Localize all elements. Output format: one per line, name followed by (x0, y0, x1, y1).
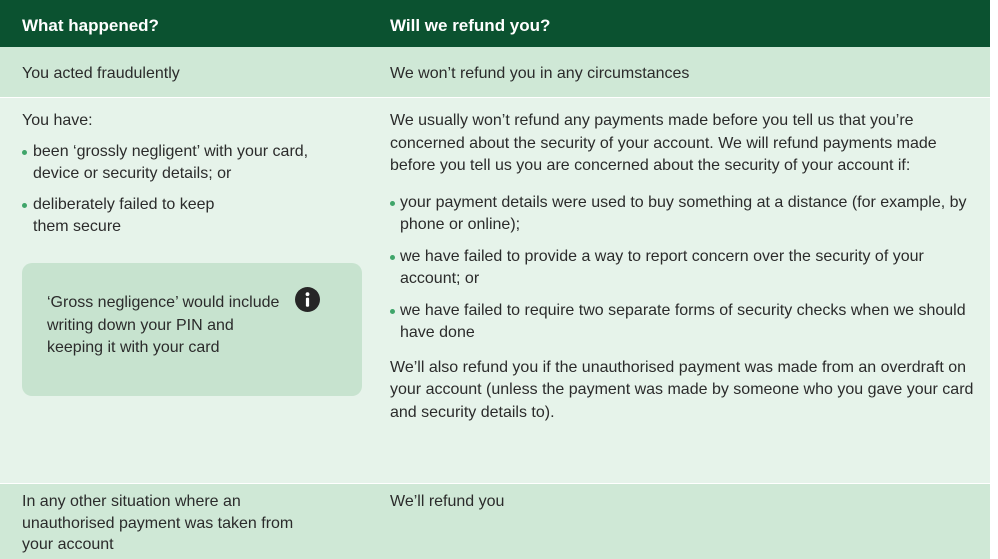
row-1-what-happened: You acted fraudulently (22, 65, 180, 82)
row-2-refund-outro: We’ll also refund you if the unauthorise… (390, 358, 974, 421)
table-row: You have: been ‘grossly negligent’ with … (0, 98, 990, 483)
table-row: In any other situation where an unauthor… (0, 484, 990, 559)
row-2-right-list: your payment details were used to buy so… (390, 192, 980, 345)
info-icon (295, 287, 320, 312)
row-2-refund: We usually won’t refund any payments mad… (390, 98, 980, 424)
header-what-happened: What happened? (22, 16, 159, 35)
row-2-what-happened: You have: been ‘grossly negligent’ with … (0, 98, 380, 247)
row-2-left-list: been ‘grossly negligent’ with your card,… (22, 141, 312, 239)
list-item-text: deliberately failed to keep them secure (33, 195, 215, 236)
list-item: we have failed to provide a way to repor… (390, 246, 980, 291)
list-item: we have failed to require two separate f… (390, 300, 980, 345)
list-item: deliberately failed to keep them secure (22, 194, 223, 239)
bullet-dot (22, 202, 27, 208)
row-1-refund: We won’t refund you in any circumstances (390, 65, 690, 82)
bullet-dot (390, 308, 395, 314)
note-text: ‘Gross negligence’ would include writing… (47, 294, 280, 356)
row-3-refund: We’ll refund you (390, 493, 505, 510)
list-item-text: been ‘grossly negligent’ with your card,… (33, 142, 309, 183)
table-row: You acted fraudulently We won’t refund y… (0, 47, 990, 98)
row-3-what-happened: In any other situation where an unauthor… (22, 493, 294, 553)
bullet-dot (390, 254, 395, 260)
list-item: been ‘grossly negligent’ with your card,… (22, 141, 312, 186)
list-item-text: your payment details were used to buy so… (400, 193, 967, 234)
row-2-intro: You have: (22, 112, 93, 129)
list-item-text: we have failed to provide a way to repor… (400, 247, 924, 288)
row-2-refund-intro: We usually won’t refund any payments mad… (390, 112, 937, 174)
list-item-text: we have failed to require two separate f… (400, 301, 966, 342)
refund-table: What happened? Will we refund you? You a… (0, 0, 990, 559)
bullet-dot (390, 200, 395, 206)
bullet-dot (22, 149, 27, 155)
header-will-we-refund: Will we refund you? (390, 16, 551, 35)
table-header: What happened? Will we refund you? (0, 0, 990, 47)
list-item: your payment details were used to buy so… (390, 192, 980, 237)
gross-negligence-note: ‘Gross negligence’ would include writing… (22, 263, 362, 396)
